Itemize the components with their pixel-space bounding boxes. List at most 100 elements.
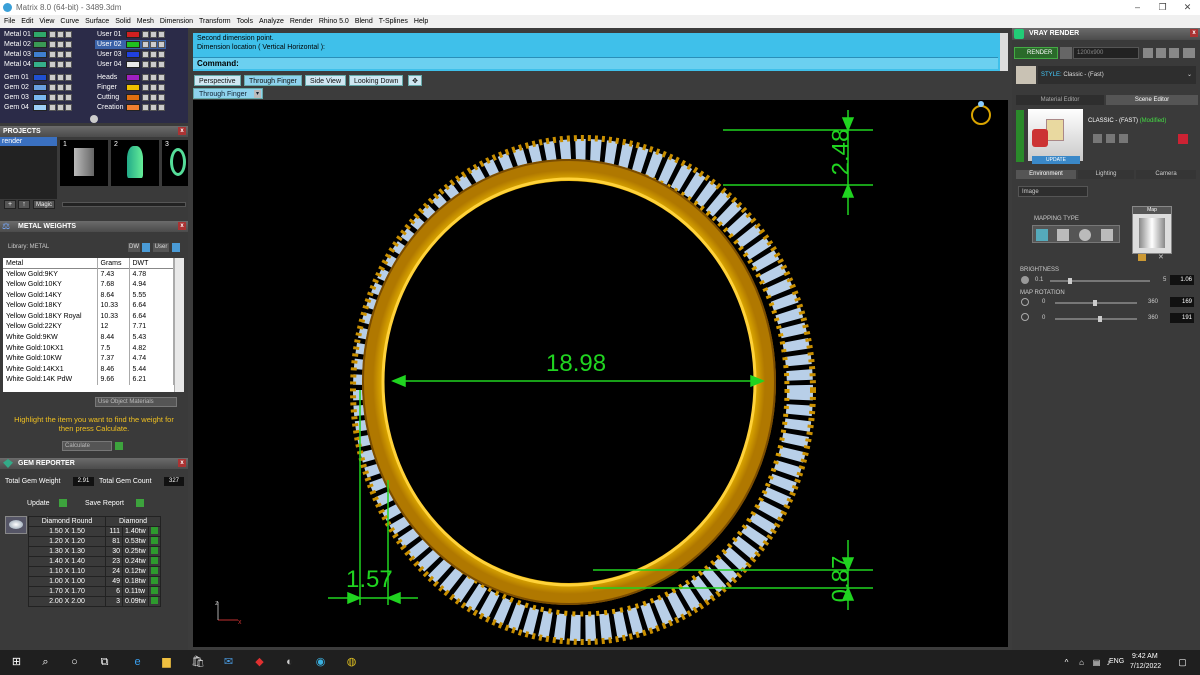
layer-name[interactable]: User 04 bbox=[95, 60, 126, 69]
layer-color-swatch[interactable] bbox=[33, 94, 47, 101]
layer-name[interactable]: Heads bbox=[95, 73, 126, 82]
clock-date[interactable]: 7/12/2022 bbox=[1130, 663, 1161, 670]
layer-print-icon[interactable] bbox=[65, 104, 72, 111]
table-row[interactable]: Yellow Gold:18KY Royal 10.33 6.64 bbox=[3, 310, 174, 322]
resolution-field[interactable]: 1200x900 bbox=[1073, 47, 1139, 59]
matrix-icon[interactable]: ◉ bbox=[314, 656, 327, 669]
camera-icon[interactable] bbox=[1060, 47, 1072, 59]
table-row[interactable]: White Gold:9KW 8.44 5.43 bbox=[3, 332, 174, 343]
gem-row[interactable]: 1.70 X 1.70 6 0.11tw bbox=[28, 585, 161, 597]
close-icon[interactable]: ✕ bbox=[1175, 0, 1200, 15]
layer-print-icon[interactable] bbox=[65, 84, 72, 91]
calculate-field[interactable]: Calculate bbox=[62, 441, 112, 451]
layer-print-icon[interactable] bbox=[65, 74, 72, 81]
menu-solid[interactable]: Solid bbox=[115, 18, 131, 25]
dim-bottom-height[interactable]: 0.87 bbox=[827, 556, 855, 603]
layer-color-swatch[interactable] bbox=[33, 51, 47, 58]
layer-lock-icon[interactable] bbox=[49, 41, 56, 48]
layer-name[interactable]: Creation bbox=[95, 103, 126, 112]
close-icon[interactable]: x bbox=[178, 127, 186, 135]
gem-select-button[interactable] bbox=[151, 566, 158, 574]
table-row[interactable]: Yellow Gold:14KY 8.64 5.55 bbox=[3, 289, 174, 301]
gem-select-button[interactable] bbox=[151, 546, 158, 554]
layer-color-swatch[interactable] bbox=[126, 61, 140, 68]
dim-bottom-width[interactable]: 1.57 bbox=[346, 566, 393, 594]
metal-scrollbar[interactable] bbox=[174, 258, 184, 392]
gem-select-button[interactable] bbox=[151, 576, 158, 584]
load-preset-icon[interactable] bbox=[1106, 134, 1115, 143]
menu-tools[interactable]: Tools bbox=[237, 18, 253, 25]
gem-select-cell[interactable] bbox=[148, 575, 161, 587]
layer-row[interactable]: Gem 03 bbox=[2, 93, 73, 102]
layer-print-icon[interactable] bbox=[65, 41, 72, 48]
gem-row[interactable]: 1.30 X 1.30 30 0.25tw bbox=[28, 545, 161, 557]
project-scrollbar[interactable] bbox=[62, 202, 186, 207]
layer-color-swatch[interactable] bbox=[126, 104, 140, 111]
layer-visible-icon[interactable] bbox=[150, 31, 157, 38]
layer-lock-icon[interactable] bbox=[49, 31, 56, 38]
dw-check-icon[interactable] bbox=[142, 243, 150, 252]
layer-name[interactable]: Gem 01 bbox=[2, 73, 33, 82]
active-view-label[interactable]: Through Finger ▾ bbox=[193, 88, 263, 99]
layer-visible-icon[interactable] bbox=[57, 104, 64, 111]
col-grams[interactable]: Grams bbox=[97, 258, 130, 269]
task-view-icon[interactable]: ⧉ bbox=[98, 656, 111, 669]
mapping-cylinder-icon[interactable] bbox=[1101, 229, 1113, 241]
table-row[interactable]: White Gold:14KX1 8.46 5.44 bbox=[3, 363, 174, 375]
use-object-materials[interactable]: Use Object Materials bbox=[95, 397, 177, 407]
menu-render[interactable]: Render bbox=[290, 18, 313, 25]
layer-color-swatch[interactable] bbox=[126, 84, 140, 91]
store-icon[interactable]: 🛍 bbox=[191, 656, 205, 669]
layer-name[interactable]: Finger bbox=[95, 83, 126, 92]
gem-select-button[interactable] bbox=[151, 526, 158, 534]
menu-rhino[interactable]: Rhino 5.0 bbox=[319, 18, 349, 25]
network-icon[interactable]: ⌂ bbox=[1075, 656, 1088, 669]
layer-visible-icon[interactable] bbox=[57, 51, 64, 58]
layer-row[interactable]: User 02 bbox=[95, 40, 166, 49]
layer-row[interactable]: Gem 02 bbox=[2, 83, 73, 92]
brightness-knob[interactable] bbox=[1068, 278, 1072, 284]
gem-select-button[interactable] bbox=[151, 556, 158, 564]
clock-time[interactable]: 9:42 AM bbox=[1132, 653, 1158, 660]
viewport-through-finger[interactable]: z x 18.98 2.48 1.57 0.87 bbox=[193, 100, 1008, 647]
layer-color-swatch[interactable] bbox=[33, 61, 47, 68]
gem-row[interactable]: 1.00 X 1.00 49 0.18tw bbox=[28, 575, 161, 587]
layer-print-icon[interactable] bbox=[65, 51, 72, 58]
layer-row[interactable]: Finger bbox=[95, 83, 166, 92]
gem-select-cell[interactable] bbox=[148, 585, 161, 597]
layer-visible-icon[interactable] bbox=[150, 51, 157, 58]
menu-mesh[interactable]: Mesh bbox=[137, 18, 154, 25]
layer-row[interactable]: Gem 01 bbox=[2, 73, 73, 82]
layer-name[interactable]: Gem 04 bbox=[2, 103, 33, 112]
layer-row[interactable]: User 03 bbox=[95, 50, 166, 59]
layer-name[interactable]: User 01 bbox=[95, 30, 126, 39]
layer-color-swatch[interactable] bbox=[126, 31, 140, 38]
collapse-layers-icon[interactable] bbox=[90, 115, 98, 123]
layer-lock-icon[interactable] bbox=[49, 94, 56, 101]
brightness-value[interactable]: 1.06 bbox=[1170, 275, 1194, 285]
layer-color-swatch[interactable] bbox=[126, 41, 140, 48]
menu-analyze[interactable]: Analyze bbox=[259, 18, 284, 25]
rotation-v-knob[interactable] bbox=[1098, 316, 1102, 322]
gem-select-cell[interactable] bbox=[148, 525, 161, 537]
layer-print-icon[interactable] bbox=[158, 104, 165, 111]
minimize-icon[interactable]: – bbox=[1125, 0, 1150, 15]
layer-color-swatch[interactable] bbox=[126, 94, 140, 101]
layer-lock-icon[interactable] bbox=[142, 74, 149, 81]
layer-name[interactable]: User 03 bbox=[95, 50, 126, 59]
app-red-icon[interactable]: ◆ bbox=[253, 656, 266, 669]
layer-print-icon[interactable] bbox=[158, 31, 165, 38]
dim-diameter[interactable]: 18.98 bbox=[546, 350, 606, 378]
layer-lock-icon[interactable] bbox=[142, 51, 149, 58]
save-preset-icon[interactable] bbox=[1093, 134, 1102, 143]
table-row[interactable]: White Gold:10KX1 7.5 4.82 bbox=[3, 342, 174, 354]
project-item[interactable]: render bbox=[0, 137, 57, 146]
copy-preset-icon[interactable] bbox=[1119, 134, 1128, 143]
menu-edit[interactable]: Edit bbox=[21, 18, 33, 25]
tab-camera[interactable]: Camera bbox=[1136, 170, 1196, 179]
tab-environment[interactable]: Environment bbox=[1016, 170, 1076, 179]
layer-name[interactable]: Metal 01 bbox=[2, 30, 33, 39]
add-project-button[interactable]: + bbox=[4, 200, 16, 209]
gem-shape-thumb[interactable] bbox=[5, 516, 27, 534]
layer-color-swatch[interactable] bbox=[33, 31, 47, 38]
